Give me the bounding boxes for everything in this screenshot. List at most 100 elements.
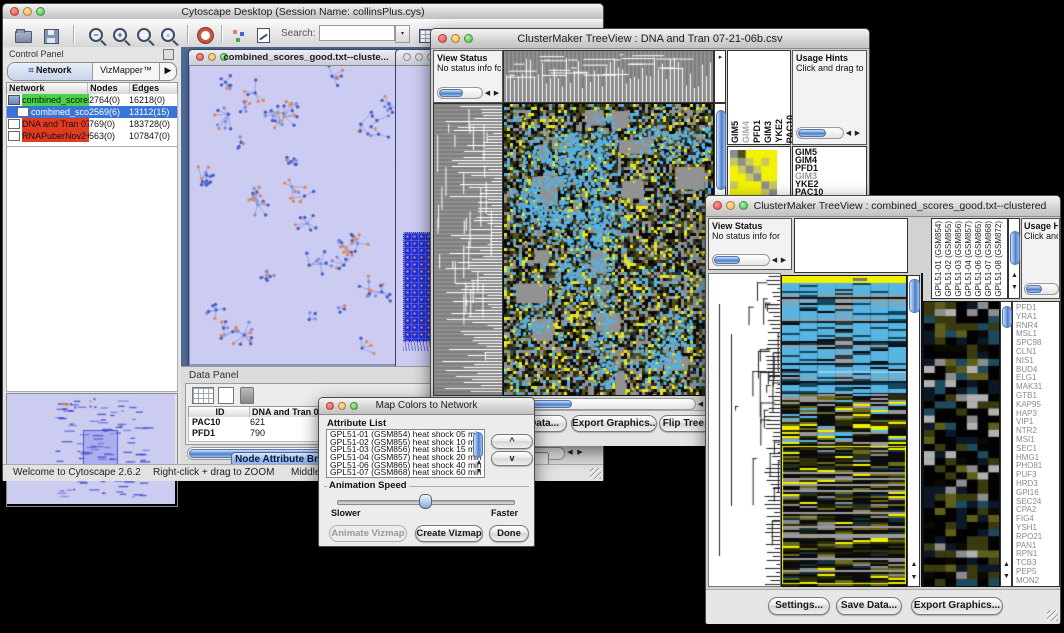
help-ring-icon[interactable] [193,24,217,46]
scroll-up-icon[interactable]: ▲ [1010,271,1019,280]
zoom-fit-icon[interactable]: ▫ [157,24,181,46]
dialog-titlebar[interactable]: Map Colors to Network [319,398,534,415]
float-panel-icon[interactable] [163,49,174,60]
close-icon[interactable] [713,201,722,210]
status-hscrollbar[interactable] [437,87,483,99]
network-row[interactable]: combined_sco 2569(6) 13112(15) [7,106,177,118]
birdseye-overview[interactable] [6,393,178,507]
gene-label[interactable]: PUF3 [1016,471,1059,480]
gene-label[interactable]: HRD3 [1016,480,1059,489]
zoom-out-icon[interactable]: − [85,24,109,46]
treeview-button[interactable]: Settings... [768,597,830,615]
col-label[interactable]: PFD1 [753,120,762,143]
gene-label[interactable]: HAP3 [1016,410,1059,419]
gene-label[interactable]: YSH1 [1016,524,1059,533]
gene-label[interactable]: YKE2 [795,180,866,188]
gene-label[interactable]: ELG1 [1016,374,1059,383]
treeview2-titlebar[interactable]: ClusterMaker TreeView : combined_scores_… [706,196,1060,217]
scroll-right-icon[interactable]: ▶ [779,256,788,265]
attribute-item[interactable]: GPL51-01 (GSM854) heat shock 05 min [330,431,484,439]
col-label[interactable]: YKE2 [775,119,784,143]
zoom-heatmap[interactable] [730,150,777,197]
gene-label[interactable]: GPI16 [1016,489,1059,498]
network-canvas[interactable] [190,66,420,364]
col-label[interactable]: GPL51-07 (GSM868) [984,221,993,297]
attribute-item[interactable]: GPL51-02 (GSM855) heat shock 10 min [330,439,484,447]
gene-label[interactable]: RPN1 [1016,550,1059,559]
col-label[interactable]: GPL51-04 (GSM857) [964,221,973,297]
scroll-up-icon[interactable]: ▲ [909,560,919,569]
gene-label[interactable]: MSL1 [1016,330,1059,339]
gene-label[interactable]: GIM4 [795,156,866,164]
vizmap-node-icon[interactable] [227,24,251,46]
resize-grip[interactable] [1047,610,1058,621]
attribute-listbox[interactable]: GPL51-01 (GSM854) heat shock 05 minGPL51… [326,429,485,478]
main-titlebar[interactable]: Cytoscape Desktop (Session Name: collins… [3,4,603,20]
scroll-right-icon[interactable]: ▶ [575,448,585,457]
attribute-item[interactable]: GPL51-03 (GSM856) heat shock 15 min [330,446,484,454]
animate-vizmap-button[interactable]: Animate Vizmap [329,525,407,542]
scroll-down-icon[interactable]: ▼ [474,467,484,476]
gene-label[interactable]: YRA1 [1016,313,1059,322]
search-input[interactable] [319,25,395,41]
done-button[interactable]: Done [489,525,529,542]
usage-hscrollbar[interactable] [1024,283,1059,295]
gene-label[interactable]: SEC24 [1016,498,1059,507]
col-label[interactable]: GPL51-01 (GSM854) [934,221,943,297]
row-dendrogram[interactable] [708,273,781,587]
scroll-left-icon[interactable]: ◀ [483,89,492,98]
create-vizmap-button[interactable]: Create Vizmap [415,525,483,542]
col-label[interactable]: GIM5 [731,121,740,143]
col-labels-vscrollbar[interactable]: ▲ ▼ [1008,218,1020,299]
gene-label[interactable]: RPO21 [1016,533,1059,542]
scroll-left-icon[interactable]: ◀ [770,256,779,265]
table-mode-icon[interactable] [192,387,214,404]
global-heatmap[interactable] [503,103,714,396]
network-row[interactable]: combined_scores 2764(0) 16218(0) [7,94,177,106]
network-tree-area[interactable] [6,146,178,392]
network-row[interactable]: RNAPuberNov2+ 563(0) 107847(0) [7,130,177,142]
attribute-item[interactable]: GPL51-06 (GSM865) heat shock 40 min [330,462,484,470]
treeview-button[interactable]: Export Graphics... [911,597,1003,615]
gene-label[interactable]: GIM3 [795,172,866,180]
gene-label[interactable]: FIG4 [1016,515,1059,524]
zoom-vscrollbar[interactable]: ▲ ▼ [1000,301,1012,587]
col-label[interactable]: GIM3 [764,121,773,143]
zoom-in-icon[interactable]: + [109,24,133,46]
scroll-left-icon[interactable]: ◀ [565,448,575,457]
gene-label[interactable]: MAK31 [1016,383,1059,392]
scroll-down-icon[interactable]: ▼ [909,573,919,582]
gene-label[interactable]: PFD1 [795,164,866,172]
resize-grip[interactable] [590,468,601,479]
scroll-up-icon[interactable]: ▲ [1002,560,1011,569]
tab-vizmapper[interactable]: VizMapper™ [93,63,160,80]
gene-label[interactable]: PHO81 [1016,462,1059,471]
gene-label[interactable]: PAN1 [1016,542,1059,551]
attribute-item[interactable]: GPL51-04 (GSM857) heat shock 20 min [330,454,484,462]
gene-label[interactable]: MSI1 [1016,436,1059,445]
annotation-icon[interactable] [251,24,275,46]
gene-label[interactable]: PFD1 [1016,304,1059,313]
tab-network[interactable]: ⌗ Network [8,63,93,80]
col-label[interactable]: GIM4 [742,121,751,143]
scroll-right-icon[interactable]: ▶ [853,129,862,138]
col-label[interactable]: GPL51-08 (GSM872) [994,221,1003,297]
save-session-icon[interactable] [39,24,63,46]
tab-overflow-arrow[interactable]: ▶ [160,63,176,80]
minimize-icon[interactable] [415,53,423,61]
gene-label[interactable]: NIS1 [1016,357,1059,366]
gene-label[interactable]: KAP95 [1016,401,1059,410]
gene-label[interactable]: BUD4 [1016,366,1059,375]
col-label[interactable]: GPL51-02 (GSM855) [944,221,953,297]
usage-hscrollbar[interactable] [796,127,844,139]
scroll-left-icon[interactable]: ◀ [844,129,853,138]
search-dropdown-icon[interactable]: ▾ [395,25,410,43]
gene-label[interactable]: HMG1 [1016,454,1059,463]
gene-label[interactable]: CLN1 [1016,348,1059,357]
treeview1-titlebar[interactable]: ClusterMaker TreeView : DNA and Tran 07-… [431,29,869,49]
column-dendrogram[interactable] [503,50,714,103]
status-hscrollbar[interactable] [712,254,770,266]
global-heatmap[interactable] [781,275,907,587]
scroll-up-icon[interactable]: ▲ [474,458,484,467]
gene-label[interactable]: VIP1 [1016,418,1059,427]
